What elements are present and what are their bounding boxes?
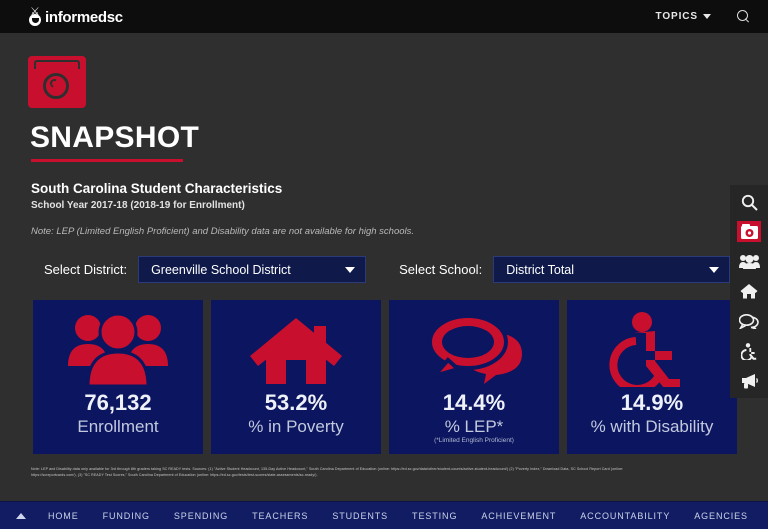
camera-icon: [28, 56, 86, 108]
bottom-nav-item-students[interactable]: STUDENTS: [332, 511, 388, 521]
title-underline: [31, 159, 183, 162]
availability-note: Note: LEP (Limited English Proficient) a…: [31, 226, 415, 237]
bottom-nav-item-accountability[interactable]: ACCOUNTABILITY: [580, 511, 670, 521]
rail-camera-icon[interactable]: [737, 221, 761, 242]
right-side-rail: [730, 185, 768, 398]
stat-card-row: 76,132 Enrollment 53.2% % in Poverty 14.…: [0, 300, 768, 454]
bottom-nav-item-home[interactable]: HOME: [48, 511, 79, 521]
selector-row: Select District: Greenville School Distr…: [0, 256, 768, 283]
page-title: SNAPSHOT: [30, 121, 200, 154]
bottom-nav-item-agencies[interactable]: AGENCIES: [694, 511, 748, 521]
district-selector-group: Select District: Greenville School Distr…: [44, 256, 367, 283]
rail-megaphone-icon[interactable]: [737, 370, 761, 392]
speech-bubbles-icon: [424, 310, 524, 388]
school-dropdown-value: District Total: [506, 262, 575, 277]
stat-label: % LEP*: [444, 417, 504, 436]
school-selector-group: Select School: District Total: [399, 256, 731, 283]
logo-circle-icon: [29, 13, 41, 26]
page-subtitle: South Carolina Student Characteristics: [31, 181, 283, 196]
main-content: SNAPSHOT South Carolina Student Characte…: [0, 56, 768, 478]
source-footnote: Note: LEP and Disability data only avail…: [31, 467, 721, 478]
chevron-down-icon: [703, 14, 711, 19]
stat-card-lep[interactable]: 14.4% % LEP* (*Limited English Proficien…: [389, 300, 559, 454]
camera-lens-icon: [43, 73, 69, 99]
stat-label: % in Poverty: [248, 417, 344, 436]
topbar-right-group: TOPICS: [656, 10, 750, 23]
logo-text: informedsc: [45, 8, 123, 26]
bottom-nav-item-achievement[interactable]: ACHIEVEMENT: [481, 511, 556, 521]
stat-value: 14.9%: [620, 390, 684, 415]
palmetto-logo-icon: ⚔: [28, 6, 43, 26]
site-logo[interactable]: ⚔ informedsc: [28, 6, 123, 26]
top-navigation-bar: ⚔ informedsc TOPICS: [0, 0, 768, 33]
stat-label: % with Disability: [590, 417, 714, 436]
stat-card-disability[interactable]: 14.9% % with Disability: [567, 300, 737, 454]
bottom-nav-item-spending[interactable]: SPENDING: [174, 511, 228, 521]
footnote-line-1: Note: LEP and Disability data only avail…: [31, 467, 624, 471]
people-group-icon: [66, 310, 170, 388]
rail-people-icon[interactable]: [737, 250, 761, 272]
chevron-down-icon: [709, 266, 720, 273]
stat-card-poverty[interactable]: 53.2% % in Poverty: [211, 300, 381, 454]
stat-label: Enrollment: [77, 417, 159, 436]
rail-accessibility-icon[interactable]: [737, 340, 761, 362]
rail-search-icon[interactable]: [737, 191, 761, 213]
search-icon[interactable]: [737, 10, 750, 23]
school-year-label: School Year 2017-18 (2018-19 for Enrollm…: [31, 200, 245, 211]
select-school-label: Select School:: [399, 262, 483, 277]
stat-sublabel: (*Limited English Proficient): [434, 437, 514, 444]
bottom-nav-item-funding[interactable]: FUNDING: [103, 511, 150, 521]
stat-value: 76,132: [84, 390, 152, 415]
district-dropdown[interactable]: Greenville School District: [138, 256, 367, 283]
bottom-nav-item-testing[interactable]: TESTING: [412, 511, 457, 521]
stat-value: 53.2%: [264, 390, 328, 415]
topics-label: TOPICS: [655, 11, 698, 22]
bottom-navigation-bar: HOME FUNDING SPENDING TEACHERS STUDENTS …: [0, 501, 768, 529]
rail-home-icon[interactable]: [737, 280, 761, 302]
page-root: ⚔ informedsc TOPICS SNAPSHOT South Carol…: [0, 0, 768, 529]
wheelchair-accessibility-icon: [606, 310, 698, 388]
house-icon: [248, 310, 344, 388]
district-dropdown-value: Greenville School District: [151, 262, 291, 277]
rail-chat-icon[interactable]: [737, 310, 761, 332]
select-district-label: Select District:: [44, 262, 128, 277]
stat-card-enrollment[interactable]: 76,132 Enrollment: [33, 300, 203, 454]
topics-menu[interactable]: TOPICS: [656, 11, 711, 22]
school-dropdown[interactable]: District Total: [493, 256, 731, 283]
chevron-down-icon: [345, 266, 356, 273]
bottom-nav-item-teachers[interactable]: TEACHERS: [252, 511, 308, 521]
chevron-up-icon[interactable]: [16, 512, 26, 519]
stat-value: 14.4%: [442, 390, 506, 415]
footnote-line-2: https://screportcards.com/), (3) "SC REA…: [31, 472, 318, 477]
